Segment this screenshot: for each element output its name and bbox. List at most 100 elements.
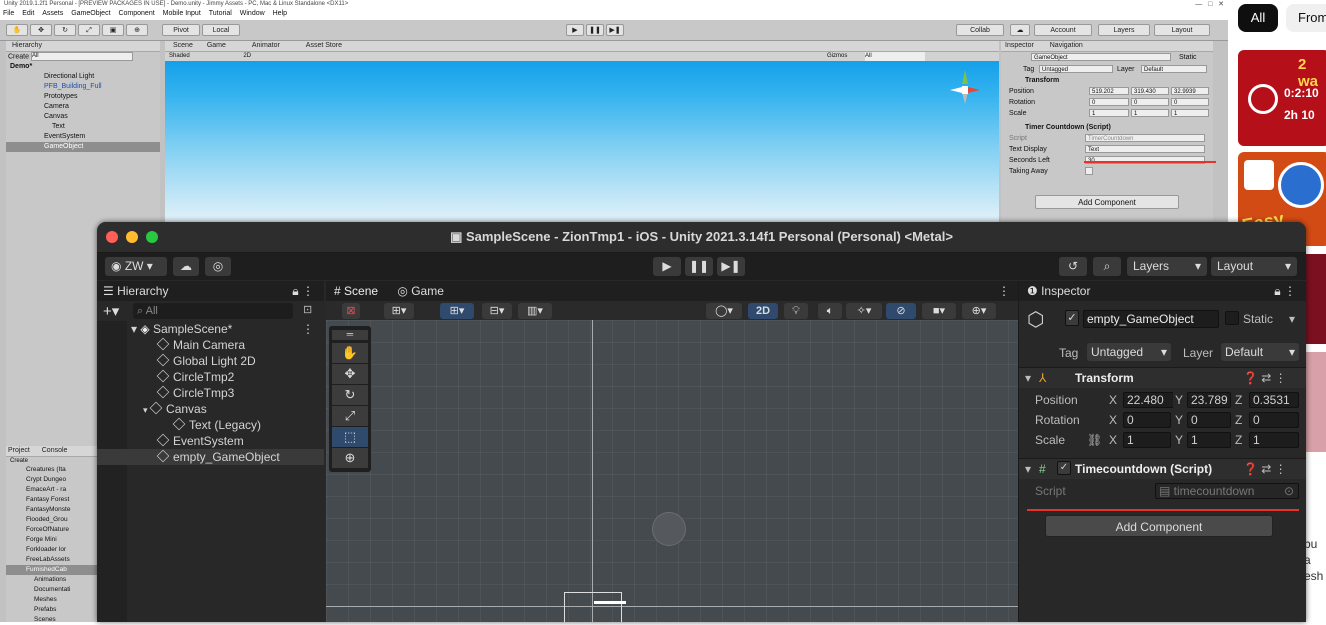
rect-tool-icon[interactable]: ⬚ [332,427,368,447]
search-icon[interactable]: ⌕ [1093,257,1121,276]
object-name-field[interactable]: empty_GameObject [1083,310,1219,328]
scale-tool-button[interactable]: ⤢ [78,24,100,36]
old-project-create[interactable]: Create [6,457,97,465]
old-position-y[interactable]: 319.430 [1131,87,1169,95]
hierarchy-search-input[interactable]: ⌕ All [133,303,293,319]
hierarchy-tab[interactable]: ☰ Hierarchy 🔒︎ ⋮ [97,281,324,301]
old-scene-view[interactable] [165,52,999,232]
old-2d-toggle[interactable]: 2D [243,53,251,59]
rotate-tool-button[interactable]: ↻ [54,24,76,36]
old-scale-y[interactable]: 1 [1131,109,1169,117]
pivot-button[interactable]: Pivot [162,24,200,36]
transform-header[interactable]: ▾ ⅄ Transform ❓ ⇄ ⋮ [1019,367,1306,388]
chip-all[interactable]: All [1238,4,1278,32]
add-icon[interactable]: +▾ [103,302,119,320]
lock-icon[interactable]: 🔒︎ ⋮ [292,281,314,301]
old-scale-z[interactable]: 1 [1171,109,1209,117]
tab-game[interactable]: ◎ Game [397,284,444,298]
old-transform-header[interactable]: Transform [1001,75,1213,86]
old-project-item[interactable]: Prefabs [6,605,97,615]
palette-handle-icon[interactable]: ═ [332,330,368,340]
inspector-tab[interactable]: ❶ Inspector 🔒︎ ⋮ [1019,281,1306,301]
circle-sprite[interactable] [652,512,686,546]
old-text-display-field[interactable]: Text [1085,145,1205,153]
old-project-item[interactable]: Flooded_Grou [6,515,97,525]
rect-tool-button[interactable]: ▣ [102,24,124,36]
old-project-item[interactable]: Fantasy Forest [6,495,97,505]
lock-icon[interactable]: 🔒︎ ⋮ [1274,281,1296,301]
old-hierarchy-item[interactable]: Canvas [6,112,160,122]
rotation-x-field[interactable]: 0 [1123,412,1171,428]
cloud-icon[interactable]: ☁ [173,257,199,276]
old-rotation-y[interactable]: 0 [1131,98,1169,106]
old-hierarchy-item-selected[interactable]: GameObject [6,142,160,152]
hand-tool-button[interactable]: ✋ [6,24,28,36]
move-tool-button[interactable]: ✥ [30,24,52,36]
old-rotation-z[interactable]: 0 [1171,98,1209,106]
menu-mobile-input[interactable]: Mobile Input [163,10,201,17]
add-component-button[interactable]: Add Component [1045,515,1273,537]
old-project-item[interactable]: Crypt Dungeo [6,475,97,485]
ruler-icon[interactable]: ▥▾ [518,303,552,319]
old-hierarchy-search[interactable]: All [30,52,133,61]
old-project-item[interactable]: Forge Mini [6,535,97,545]
fold-arrow-icon[interactable]: ▾ [1025,461,1031,477]
old-hierarchy-item[interactable]: PFB_Building_Full [6,82,160,92]
expand-arrow-icon[interactable]: ▾ [143,405,150,415]
old-scene-search[interactable]: All [865,52,925,61]
rotation-y-field[interactable]: 0 [1187,412,1231,428]
toggle-2d-button[interactable]: 2D [748,303,778,319]
menu-component[interactable]: Component [118,10,154,17]
old-tab-navigation[interactable]: Navigation [1050,42,1083,49]
old-rotation-x[interactable]: 0 [1089,98,1129,106]
old-hierarchy-item[interactable]: Directional Light [6,72,160,82]
tab-scene[interactable]: # Scene [334,284,378,298]
layers-button[interactable]: Layers [1098,24,1150,36]
old-project-item[interactable]: Meshes [6,595,97,605]
menu-assets[interactable]: Assets [42,10,63,17]
old-position-x[interactable]: 519.202 [1089,87,1129,95]
active-checkbox[interactable]: ✓ [1065,310,1079,326]
old-project-item[interactable]: Scenes [6,615,97,625]
minimize-window-icon[interactable] [126,231,138,243]
maximize-window-icon[interactable] [146,231,158,243]
old-shaded-dropdown[interactable]: Shaded [169,53,190,59]
collab-button[interactable]: Collab [956,24,1004,36]
transform-tool-button[interactable]: ⊕ [126,24,148,36]
audio-icon[interactable]: 🔈︎ [818,303,842,319]
filter-icon[interactable]: ⊡ [303,303,312,316]
old-tag-dropdown[interactable]: Untagged [1039,65,1113,73]
hierarchy-item-selected[interactable]: empty_GameObject [97,449,324,465]
old-object-name-field[interactable]: GameObject [1031,53,1171,61]
tab-project[interactable]: Project [8,447,30,454]
layout-dropdown[interactable]: Layout ▾ [1211,257,1297,276]
effects-icon[interactable]: ✧▾ [846,303,882,319]
old-static-label[interactable]: Static [1179,52,1197,63]
cloud-icon[interactable]: ☁ [1010,24,1030,36]
draw-mode-icon[interactable]: ⊠ [342,303,360,319]
constrain-link-icon[interactable]: ⛓ [1087,432,1102,448]
render-mode-icon[interactable]: ⊞▾ [384,303,414,319]
position-y-field[interactable]: 23.789 [1187,392,1231,408]
hierarchy-item[interactable]: CircleTmp3 [97,385,324,401]
old-project-item[interactable]: FurnishedCab [6,565,97,575]
visibility-icon[interactable]: ⊘ [886,303,916,319]
lighting-icon[interactable]: 💡︎ [784,303,808,319]
local-button[interactable]: Local [202,24,240,36]
old-hierarchy-item[interactable]: EventSystem [6,132,160,142]
old-project-item[interactable]: EmaceArt - ra [6,485,97,495]
video-thumbnail[interactable]: 2 wa 0:2:10 2h 10 [1238,50,1326,146]
hierarchy-item[interactable]: Global Light 2D [97,353,324,369]
scene-root-row[interactable]: ▾ ◈ SampleScene* ⋮ [97,321,324,337]
close-window-icon[interactable] [106,231,118,243]
camera-icon[interactable]: ■▾ [922,303,956,319]
window-controls[interactable]: — □ ✕ [1195,0,1224,8]
chevron-down-icon[interactable]: ▾ [1289,311,1295,327]
menu-edit[interactable]: Edit [22,10,34,17]
component-header[interactable]: ▾ # ✓ Timecountdown (Script) ❓ ⇄ ⋮ [1019,458,1306,479]
layout-button[interactable]: Layout [1154,24,1210,36]
old-step-button[interactable]: ▶❚ [606,24,624,36]
move-tool-icon[interactable]: ✥ [332,364,368,384]
pause-button[interactable]: ❚❚ [685,257,713,276]
hierarchy-item[interactable]: EventSystem [97,433,324,449]
